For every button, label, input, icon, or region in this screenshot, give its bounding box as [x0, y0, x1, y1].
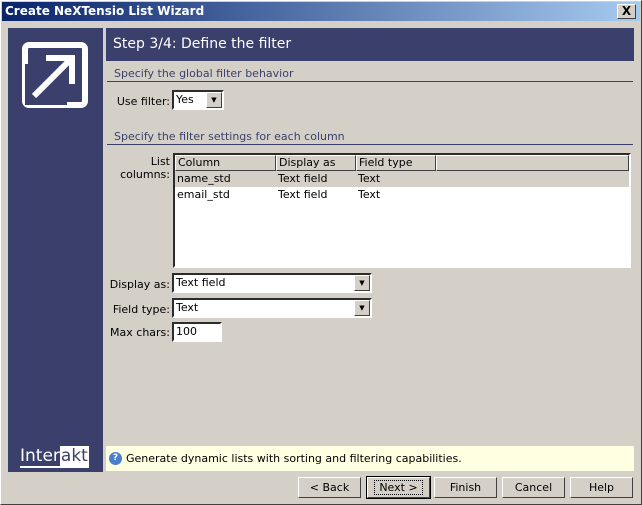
display-as-select[interactable]: Text field ▼	[172, 273, 372, 293]
window-title: Create NeXTensio List Wizard	[5, 4, 205, 18]
columns-list[interactable]: Column Display as Field type name_std Te…	[173, 153, 631, 268]
info-text: Generate dynamic lists with sorting and …	[126, 452, 462, 465]
field-type-label: Field type:	[112, 303, 170, 316]
finish-button[interactable]: Finish	[434, 477, 497, 498]
help-icon: ?	[109, 452, 122, 465]
info-bar: ? Generate dynamic lists with sorting an…	[106, 446, 634, 471]
use-filter-select[interactable]: Yes ▼	[172, 90, 224, 110]
column-header-empty	[436, 155, 629, 171]
display-as-label: Display as:	[109, 278, 170, 291]
table-row[interactable]: email_std Text field Text	[175, 187, 629, 203]
max-chars-input[interactable]: 100	[172, 322, 222, 342]
arrow-logo-icon	[22, 42, 88, 108]
list-columns-label: List columns:	[120, 155, 170, 181]
column-section-title: Specify the filter settings for each col…	[107, 130, 633, 145]
help-button[interactable]: Help	[570, 477, 633, 498]
max-chars-label: Max chars:	[110, 326, 170, 339]
interakt-logo: Interakt	[20, 446, 89, 468]
side-panel: Interakt	[8, 28, 103, 472]
cancel-button[interactable]: Cancel	[502, 477, 565, 498]
table-row[interactable]: name_std Text field Text	[175, 171, 629, 187]
chevron-down-icon[interactable]: ▼	[206, 92, 222, 108]
use-filter-label: Use filter:	[116, 95, 170, 108]
chevron-down-icon[interactable]: ▼	[354, 300, 370, 316]
column-header-column[interactable]: Column	[175, 155, 276, 171]
back-button[interactable]: < Back	[298, 477, 361, 498]
chevron-down-icon[interactable]: ▼	[354, 275, 370, 291]
column-header-field-type[interactable]: Field type	[356, 155, 436, 171]
title-bar: Create NeXTensio List Wizard	[2, 2, 640, 21]
close-button[interactable]: X	[617, 4, 636, 19]
next-button[interactable]: Next >	[366, 476, 431, 499]
global-section-title: Specify the global filter behavior	[107, 67, 633, 82]
column-header-display-as[interactable]: Display as	[276, 155, 356, 171]
field-type-select[interactable]: Text ▼	[172, 298, 372, 318]
step-header: Step 3/4: Define the filter	[106, 28, 634, 61]
